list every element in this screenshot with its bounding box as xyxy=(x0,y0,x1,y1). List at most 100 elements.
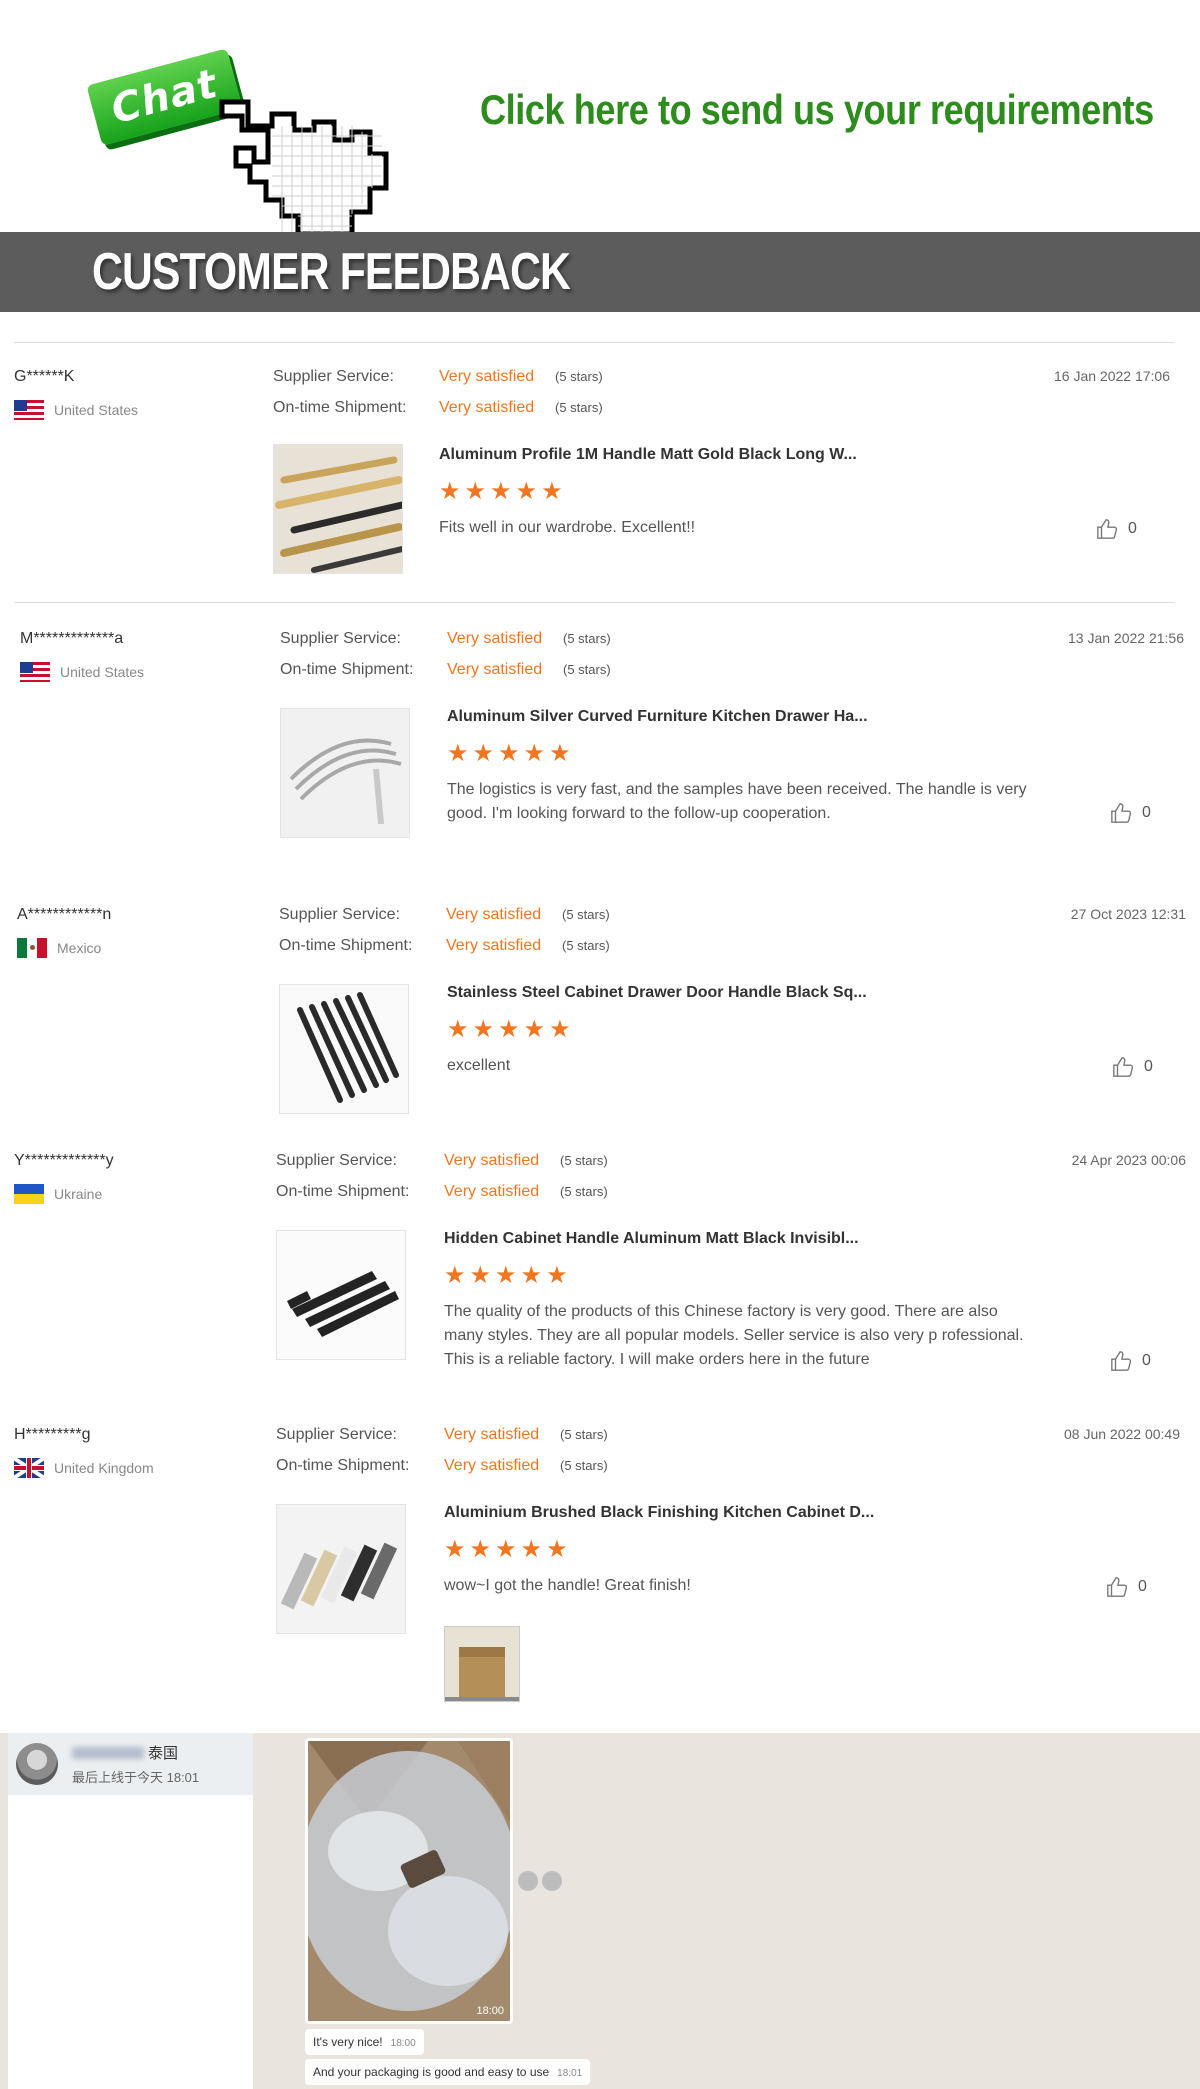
message-time: 18:00 xyxy=(390,2038,416,2049)
ontime-shipment-rating: Very satisfied xyxy=(444,1457,540,1474)
chat-screenshot: 泰国 最后上线于今天 18:01 18:00 It's very nice! 18… xyxy=(0,1733,1200,2089)
chat-contact-item[interactable]: 泰国 最后上线于今天 18:01 xyxy=(8,1733,253,1795)
star-icon: ★ xyxy=(523,740,546,767)
star-icon: ★ xyxy=(469,1536,492,1563)
uk-flag-icon xyxy=(14,1458,44,1478)
star-icon: ★ xyxy=(520,1262,543,1289)
star-icon: ★ xyxy=(515,478,538,505)
product-title-link[interactable]: Hidden Cabinet Handle Aluminum Matt Blac… xyxy=(444,1230,859,1248)
product-image[interactable] xyxy=(276,1504,406,1634)
ontime-shipment-stars: (5 stars) xyxy=(562,938,610,953)
ukraine-flag-icon xyxy=(14,1184,44,1204)
like-button[interactable]: 0 xyxy=(1096,518,1137,540)
thumbs-up-icon xyxy=(1111,1351,1132,1371)
supplier-service-label: Supplier Service: xyxy=(276,1426,397,1443)
product-title-link[interactable]: Stainless Steel Cabinet Drawer Door Hand… xyxy=(447,984,867,1002)
contact-name: 泰国 xyxy=(148,1745,179,1762)
star-icon: ★ xyxy=(495,1536,517,1563)
review-date: 27 Oct 2023 12:31 xyxy=(1070,906,1186,922)
product-image[interactable] xyxy=(280,708,410,838)
send-requirements-link[interactable]: Click here to send us your requirements xyxy=(480,86,1154,134)
reviewer-name: M*************a xyxy=(20,630,124,647)
chat-photo-message[interactable]: 18:00 xyxy=(305,1738,513,2024)
supplier-service-rating: Very satisfied xyxy=(444,1426,540,1443)
review-date: 16 Jan 2022 17:06 xyxy=(1054,368,1170,384)
like-count: 0 xyxy=(1144,1058,1153,1075)
star-rating: ★ ★ ★ ★ ★ xyxy=(447,742,571,766)
like-button[interactable]: 0 xyxy=(1110,1350,1151,1372)
review-attachment-image[interactable] xyxy=(444,1626,520,1702)
star-icon: ★ xyxy=(439,478,461,505)
product-title-link[interactable]: Aluminium Brushed Black Finishing Kitche… xyxy=(444,1504,874,1522)
product-image[interactable] xyxy=(279,984,409,1114)
message-text: And your packaging is good and easy to u… xyxy=(313,2065,550,2079)
review-comment: The logistics is very fast, and the samp… xyxy=(447,781,1027,822)
star-icon: ★ xyxy=(472,1016,495,1043)
star-icon: ★ xyxy=(546,1536,568,1563)
like-button[interactable]: 0 xyxy=(1106,1576,1147,1598)
supplier-service-stars: (5 stars) xyxy=(560,1427,608,1442)
star-icon: ★ xyxy=(523,1016,546,1043)
product-title-link[interactable]: Aluminum Profile 1M Handle Matt Gold Bla… xyxy=(439,446,857,464)
ontime-shipment-label: On-time Shipment: xyxy=(276,1457,410,1474)
ontime-shipment-stars: (5 stars) xyxy=(560,1458,608,1473)
ontime-shipment-stars: (5 stars) xyxy=(555,400,603,415)
thumbs-up-icon xyxy=(1097,519,1118,539)
reviewer-country: United States xyxy=(60,664,145,680)
supplier-service-rating: Very satisfied xyxy=(446,906,542,923)
supplier-service-stars: (5 stars) xyxy=(562,907,610,922)
supplier-service-stars: (5 stars) xyxy=(560,1153,608,1168)
forward-icon[interactable] xyxy=(518,1871,538,1891)
supplier-service-label: Supplier Service: xyxy=(273,368,394,385)
reviewer-name: Y*************y xyxy=(14,1152,114,1169)
chat-banner[interactable]: Chat Click here to send us your requirem… xyxy=(0,0,1200,237)
customer-feedback-header: CUSTOMER FEEDBACK xyxy=(0,232,1200,312)
avatar xyxy=(16,1743,58,1785)
star-icon: ★ xyxy=(469,1262,492,1289)
section-title: CUSTOMER FEEDBACK xyxy=(92,243,571,301)
star-icon: ★ xyxy=(520,1536,543,1563)
star-icon: ★ xyxy=(444,1262,466,1289)
supplier-service-label: Supplier Service: xyxy=(279,906,400,923)
star-icon: ★ xyxy=(495,1262,517,1289)
review-comment: The quality of the products of this Chin… xyxy=(444,1303,1024,1368)
divider xyxy=(14,602,1174,603)
product-image[interactable] xyxy=(273,444,403,574)
like-count: 0 xyxy=(1138,1578,1147,1595)
star-icon: ★ xyxy=(472,740,495,767)
star-icon: ★ xyxy=(447,740,469,767)
us-flag-icon xyxy=(20,662,50,682)
supplier-service-stars: (5 stars) xyxy=(555,369,603,384)
reviewer-country: Mexico xyxy=(57,940,102,956)
review-date: 08 Jun 2022 00:49 xyxy=(1064,1426,1180,1442)
star-icon: ★ xyxy=(444,1536,466,1563)
ontime-shipment-rating: Very satisfied xyxy=(446,937,542,954)
ontime-shipment-label: On-time Shipment: xyxy=(273,399,407,416)
message-text: It's very nice! xyxy=(313,2035,383,2049)
review-date: 13 Jan 2022 21:56 xyxy=(1068,630,1184,646)
ontime-shipment-label: On-time Shipment: xyxy=(279,937,413,954)
emoji-react-icon[interactable] xyxy=(542,1871,562,1891)
review-date: 24 Apr 2023 00:06 xyxy=(1071,1152,1186,1168)
supplier-service-label: Supplier Service: xyxy=(276,1152,397,1169)
product-title-link[interactable]: Aluminum Silver Curved Furniture Kitchen… xyxy=(447,708,868,726)
like-button[interactable]: 0 xyxy=(1110,802,1151,824)
chat-button-graphic[interactable]: Chat xyxy=(86,34,412,237)
star-icon: ★ xyxy=(549,740,571,767)
supplier-service-rating: Very satisfied xyxy=(439,368,535,385)
like-count: 0 xyxy=(1128,520,1137,537)
us-flag-icon xyxy=(14,400,44,420)
ontime-shipment-label: On-time Shipment: xyxy=(280,661,414,678)
like-button[interactable]: 0 xyxy=(1112,1056,1153,1078)
product-image[interactable] xyxy=(276,1230,406,1360)
message-actions xyxy=(518,1871,562,1891)
supplier-service-label: Supplier Service: xyxy=(280,630,401,647)
pointing-hand-icon xyxy=(219,99,389,237)
reviewer-country: United Kingdom xyxy=(54,1460,154,1476)
ontime-shipment-rating: Very satisfied xyxy=(447,661,543,678)
reviewer-name: A************n xyxy=(17,906,112,923)
star-icon: ★ xyxy=(541,478,563,505)
star-icon: ★ xyxy=(490,478,512,505)
message-time: 18:01 xyxy=(557,2068,583,2079)
contact-last-seen: 最后上线于今天 18:01 xyxy=(72,1770,200,1785)
